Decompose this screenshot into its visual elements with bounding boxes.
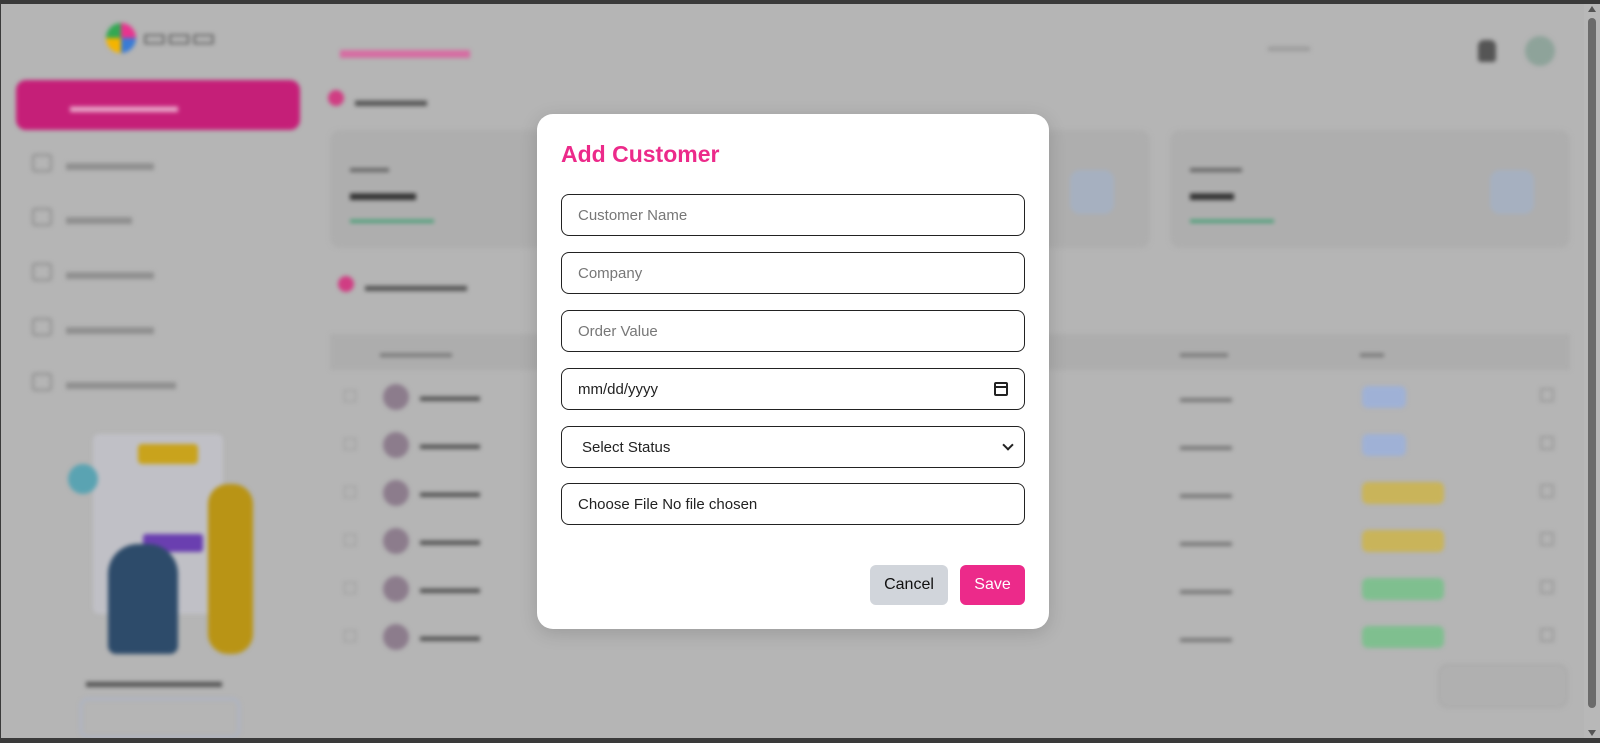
avatar [383, 576, 409, 602]
file-upload-input[interactable]: Choose File No file chosen [561, 483, 1025, 525]
add-customer-modal: Add Customer mm/dd/yyyy Select Status Ch… [537, 114, 1049, 629]
logo-icon [106, 22, 136, 53]
avatar [383, 528, 409, 554]
scroll-up-arrow-icon[interactable] [1588, 6, 1596, 12]
save-button[interactable]: Save [960, 565, 1025, 605]
edit-icon [1540, 628, 1554, 642]
sidebar-item: ▬▬▬▬ [32, 314, 154, 340]
order-value-input[interactable] [561, 310, 1025, 352]
page-scrollbar[interactable] [1584, 4, 1600, 738]
company-input[interactable] [561, 252, 1025, 294]
promo-button [80, 698, 240, 738]
avatar [383, 480, 409, 506]
calendar-icon[interactable] [994, 382, 1008, 396]
avatar [383, 432, 409, 458]
status-badge [1362, 386, 1406, 408]
file-upload-label: Choose File No file chosen [578, 495, 758, 513]
status-select[interactable]: Select Status [561, 426, 1025, 468]
sidebar-item-active-label: ▬▬▬▬▬▬ [70, 96, 178, 116]
scroll-down-arrow-icon[interactable] [1588, 730, 1596, 736]
modal-title: Add Customer [561, 141, 720, 167]
page-title: ▬▬▬▬▬ [340, 34, 470, 64]
nav-icon [32, 208, 52, 226]
sidebar-item: ▬▬▬▬▬ [32, 369, 176, 395]
stat-card: ▬▬▬▬ ▬▬ ▬▬▬▬▬▬▬ [1170, 130, 1570, 248]
floating-button [1438, 664, 1568, 708]
date-value: mm/dd/yyyy [578, 380, 659, 398]
sidebar-item: ▬▬▬▬ [32, 150, 154, 176]
sidebar-item: ▬▬▬ [32, 204, 132, 230]
order-date-input[interactable]: mm/dd/yyyy [561, 368, 1025, 410]
nav-icon [32, 263, 52, 281]
edit-icon [1540, 436, 1554, 450]
logo-wordmark: ▭▭▭ [142, 22, 216, 52]
cancel-button[interactable]: Cancel [870, 565, 948, 605]
sidebar-illustration [48, 424, 258, 654]
avatar [383, 384, 409, 410]
sidebar-item: ▬▬▬▬ [32, 259, 154, 285]
edit-icon [1540, 580, 1554, 594]
nav-icon [32, 154, 52, 172]
status-badge [1362, 578, 1444, 600]
status-badge [1362, 434, 1406, 456]
status-badge [1362, 482, 1444, 504]
status-badge [1362, 626, 1444, 648]
edit-icon [1540, 388, 1554, 402]
customer-name-input[interactable] [561, 194, 1025, 236]
promo-text: ▬▬▬▬▬▬▬▬ [86, 672, 222, 691]
report-heading: ▬▬▬▬▬▬ [365, 276, 467, 295]
chevron-down-icon [1002, 439, 1014, 451]
avatar [383, 624, 409, 650]
overview-icon [328, 90, 344, 106]
window-frame-bottom [0, 738, 1600, 743]
search-bar: ▬▬▬ [1268, 38, 1310, 54]
report-icon [338, 276, 354, 292]
overview-heading: ▬▬▬▬ [355, 90, 427, 110]
status-badge [1362, 530, 1444, 552]
status-select-value: Select Status [582, 438, 671, 456]
nav-icon [32, 318, 52, 336]
edit-icon [1540, 532, 1554, 546]
edit-icon [1540, 484, 1554, 498]
logo: ▭▭▭ [106, 22, 216, 53]
avatar [1525, 36, 1555, 66]
bell-icon [1478, 40, 1496, 62]
nav-icon [32, 373, 52, 391]
scrollbar-thumb[interactable] [1588, 18, 1596, 708]
